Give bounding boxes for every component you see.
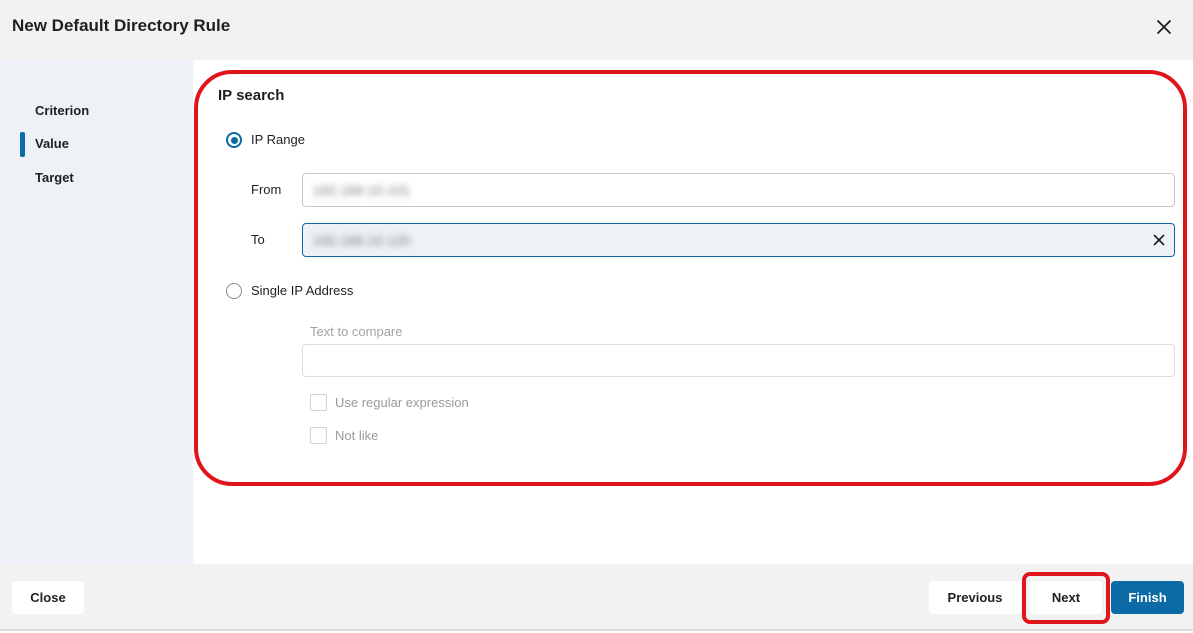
ip-range-label: IP Range bbox=[251, 132, 305, 147]
to-value: 192.168.10.120 bbox=[313, 232, 411, 248]
text-to-compare-input[interactable] bbox=[302, 344, 1175, 377]
to-label: To bbox=[251, 232, 265, 247]
active-step-indicator bbox=[20, 132, 25, 157]
not-like-label: Not like bbox=[335, 428, 379, 443]
close-icon[interactable] bbox=[1153, 16, 1175, 38]
close-button[interactable]: Close bbox=[12, 581, 84, 614]
section-title: IP search bbox=[218, 87, 285, 104]
sidebar-item-value[interactable]: Value bbox=[35, 136, 69, 151]
dialog-header: New Default Directory Rule bbox=[0, 0, 1193, 60]
single-ip-label: Single IP Address bbox=[251, 283, 354, 298]
sidebar-item-criterion[interactable]: Criterion bbox=[35, 103, 89, 118]
not-like-checkbox[interactable] bbox=[310, 427, 327, 444]
wizard-steps-sidebar bbox=[0, 60, 193, 564]
sidebar-item-target[interactable]: Target bbox=[35, 170, 74, 185]
from-value: 192.168.10.101 bbox=[313, 182, 411, 198]
finish-button[interactable]: Finish bbox=[1111, 581, 1184, 614]
from-input[interactable]: 192.168.10.101 bbox=[302, 173, 1175, 207]
next-button[interactable]: Next bbox=[1030, 581, 1102, 614]
ip-range-radio[interactable] bbox=[226, 132, 242, 148]
dialog-title: New Default Directory Rule bbox=[12, 16, 231, 35]
text-to-compare-label: Text to compare bbox=[310, 324, 403, 339]
use-regex-checkbox[interactable] bbox=[310, 394, 327, 411]
previous-button[interactable]: Previous bbox=[929, 581, 1021, 614]
use-regex-label: Use regular expression bbox=[335, 395, 469, 410]
to-input[interactable]: 192.168.10.120 bbox=[302, 223, 1175, 257]
content-panel bbox=[193, 60, 1193, 564]
from-label: From bbox=[251, 182, 282, 197]
clear-icon[interactable] bbox=[1152, 233, 1166, 247]
single-ip-radio[interactable] bbox=[226, 283, 242, 299]
